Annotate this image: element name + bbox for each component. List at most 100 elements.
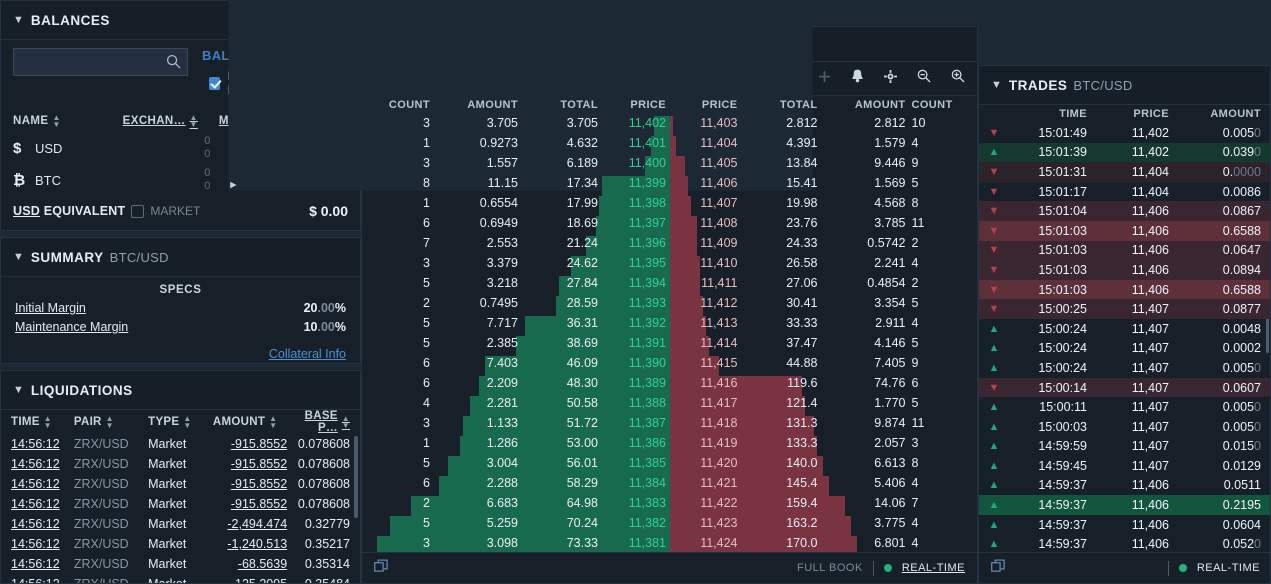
ask-side[interactable]: 11,411 27.06 0.4854 2 [669,276,978,296]
trade-row[interactable]: ▲ 15:00:24 11,407 0.0048 [979,319,1270,339]
column-header-name[interactable]: NAME ▲ ▼ [13,114,123,129]
liquidation-amount[interactable]: -2,494.474 [213,517,287,531]
liquidation-amount[interactable]: -915.8552 [213,437,287,451]
trade-row[interactable]: ▲ 15:01:39 11,402 0.0390 [979,142,1270,163]
bid-side[interactable]: 5 5.259 70.24 11,382 [362,516,670,536]
market-toggle[interactable]: MARKET [131,204,200,218]
bid-side[interactable]: 2 6.683 64.98 11,383 [362,496,670,516]
collapse-caret-icon[interactable]: ▼ [13,384,24,396]
order-book-row[interactable]: 2 6.683 64.98 11,383 11,422 159.4 14.06 7 [362,493,978,516]
trade-row[interactable]: ▲ 15:00:11 11,407 0.0050 [979,397,1270,417]
ask-side[interactable]: 11,410 26.58 2.241 4 [669,256,978,276]
order-book-row[interactable]: 4 2.281 50.58 11,388 11,417 121.4 1.770 5 [362,393,977,416]
order-book-row[interactable]: 6 2.288 58.29 11,384 11,421 145.4 5.406 4 [362,473,978,496]
liquidations-header[interactable]: ▼ LIQUIDATIONS [1,371,360,410]
liquidation-time[interactable]: 14:56:12 [11,537,74,551]
ask-side[interactable]: 11,405 13.84 9.446 9 [669,156,978,176]
bid-side[interactable]: 3 3.379 24.62 11,395 [362,256,670,276]
bid-side[interactable]: 6 0.6949 18.69 11,397 [362,216,670,236]
ask-side[interactable]: 11,421 145.4 5.406 4 [669,476,978,496]
ask-side[interactable]: 11,409 24.33 0.5742 2 [669,236,978,256]
liquidation-amount[interactable]: -68.5639 [213,557,287,571]
collapse-caret-icon[interactable]: ▼ [13,251,24,263]
hide-small-balances-checkbox[interactable] [209,76,221,90]
ask-side[interactable]: 11,423 163.2 3.775 4 [669,516,978,536]
trade-row[interactable]: ▼ 15:01:31 11,404 0.0000 [979,162,1270,182]
ask-side[interactable]: 11,412 30.41 3.354 5 [669,296,978,316]
ask-side[interactable]: 11,418 131.3 9.874 11 [669,416,978,436]
ask-side[interactable]: 11,422 159.4 14.06 7 [669,496,978,516]
bid-side[interactable]: 5 7.717 36.31 11,392 [362,316,670,336]
order-book-row[interactable]: 3 3.098 73.33 11,381 11,424 170.0 6.801 4 [362,533,977,552]
ask-side[interactable]: 11,403 2.812 2.812 10 [669,116,978,136]
order-book-row[interactable]: 3 1.557 6.189 11,400 11,405 13.84 9.446 9 [362,153,978,176]
ask-side[interactable]: 11,413 33.33 2.911 4 [669,316,978,336]
order-book-row[interactable]: 5 3.218 27.84 11,394 11,411 27.06 0.4854 2 [362,273,978,296]
ask-side[interactable]: 11,404 4.391 1.579 4 [669,136,978,156]
trade-row[interactable]: ▲ 14:59:37 11,406 0.2195 [979,495,1270,515]
order-book-row[interactable]: 3 3.705 3.705 11,402 11,403 2.812 2.812 10 [362,113,978,136]
liquidation-time[interactable]: 14:56:12 [11,497,74,511]
bid-side[interactable]: 1 1.286 53.00 11,386 [362,436,670,456]
bid-side[interactable]: 3 1.133 51.72 11,387 [362,416,670,436]
liquidation-time[interactable]: 14:56:12 [11,457,74,471]
trade-row[interactable]: ▼ 15:01:03 11,406 0.6588 [979,220,1270,241]
trade-row[interactable]: ▲ 14:59:37 11,406 0.0604 [979,515,1270,535]
ask-side[interactable]: 11,407 19.98 4.568 8 [669,196,978,216]
bid-side[interactable]: 6 7.403 46.09 11,390 [362,356,670,376]
plus-icon[interactable] [818,70,831,88]
table-row[interactable]: 14:56:12 ZRX/USD Market -915.8552 0.078608 [1,494,360,514]
ask-side[interactable]: 11,420 140.0 6.613 8 [669,456,978,476]
liquidation-time[interactable]: 14:56:12 [11,557,74,571]
collateral-info-link[interactable]: Collateral Info [269,347,346,361]
order-book-row[interactable]: 5 7.717 36.31 11,392 11,413 33.33 2.911 4 [362,313,978,336]
popout-window-icon[interactable] [991,558,1006,578]
zoom-out-icon[interactable] [917,69,931,88]
trade-row[interactable]: ▼ 15:01:04 11,406 0.0867 [979,201,1270,221]
collapse-caret-icon[interactable]: ▼ [991,79,1002,91]
bid-side[interactable]: 2 0.7495 28.59 11,393 [362,296,670,316]
column-header-exchange[interactable]: EXCHAN… ▲ ▼ [123,114,211,129]
order-book-row[interactable]: 6 0.6949 18.69 11,397 11,408 23.76 3.785 11 [362,213,978,236]
order-book-row[interactable]: 1 0.9273 4.632 11,401 11,404 4.391 1.579 4 [362,133,978,156]
spec-label[interactable]: Initial Margin [15,301,86,315]
column-header-type[interactable]: TYPE ▲ ▼ [148,415,213,430]
trade-row[interactable]: ▲ 15:00:24 11,407 0.0050 [979,358,1270,378]
bid-side[interactable]: 7 2.553 21.24 11,396 [362,236,670,256]
bid-side[interactable]: 8 11.15 17.34 11,399 [362,176,670,196]
liquidation-time[interactable]: 14:56:12 [11,477,74,491]
full-book-button[interactable]: FULL BOOK [797,562,863,574]
bid-side[interactable]: 1 0.6554 17.99 11,398 [362,196,670,216]
column-header-pair[interactable]: PAIR ▲ ▼ [74,415,148,430]
trade-row[interactable]: ▼ 15:00:14 11,407 0.0607 [979,377,1270,398]
trades-header[interactable]: ▼ TRADES BTC/USD [979,66,1270,105]
ask-side[interactable]: 11,415 44.88 7.405 9 [669,356,978,376]
usd-prefix[interactable]: USD [13,204,40,218]
bid-side[interactable]: 1 0.9273 4.632 11,401 [362,136,670,156]
search-input[interactable] [13,48,188,76]
order-book-row[interactable]: 1 1.286 53.00 11,386 11,419 133.3 2.057 3 [362,433,977,456]
trade-row[interactable]: ▼ 15:01:03 11,406 0.0647 [979,240,1270,261]
order-book-row[interactable]: 7 2.553 21.24 11,396 11,409 24.33 0.5742 2 [362,233,978,256]
order-book-row[interactable]: 2 0.7495 28.59 11,393 11,412 30.41 3.354 5 [362,293,978,316]
bell-icon[interactable] [851,69,864,88]
bid-side[interactable]: 5 2.385 38.69 11,391 [362,336,670,356]
bid-side[interactable]: 4 2.281 50.58 11,388 [362,396,670,416]
order-book-row[interactable]: 1 0.6554 17.99 11,398 11,407 19.98 4.568 8 [362,193,978,216]
trade-row[interactable]: ▲ 14:59:45 11,407 0.0129 [979,456,1270,476]
ask-side[interactable]: 11,408 23.76 3.785 11 [669,216,978,236]
order-book-row[interactable]: 8 11.15 17.34 11,399 11,406 15.41 1.569 5 [362,173,977,196]
liquidation-time[interactable]: 14:56:12 [11,437,74,451]
trade-row[interactable]: ▲ 15:00:03 11,407 0.0050 [979,417,1270,437]
bid-side[interactable]: 3 1.557 6.189 11,400 [362,156,670,176]
bid-side[interactable]: 5 3.218 27.84 11,394 [362,276,670,296]
liquidation-amount[interactable]: -125.2095 [213,577,287,583]
bid-side[interactable]: 6 2.209 48.30 11,389 [362,376,670,396]
column-header-amount[interactable]: AMOUNT ▲ ▼ [213,415,287,430]
order-book-row[interactable]: 3 1.133 51.72 11,387 11,418 131.3 9.874 11 [362,413,978,436]
bid-side[interactable]: 3 3.098 73.33 11,381 [362,536,670,552]
trade-row[interactable]: ▲ 14:59:37 11,406 0.0511 [979,476,1270,496]
realtime-button[interactable]: REAL-TIME [902,562,965,574]
market-checkbox[interactable] [131,204,145,218]
trade-row[interactable]: ▼ 15:01:03 11,406 0.6588 [979,279,1270,300]
